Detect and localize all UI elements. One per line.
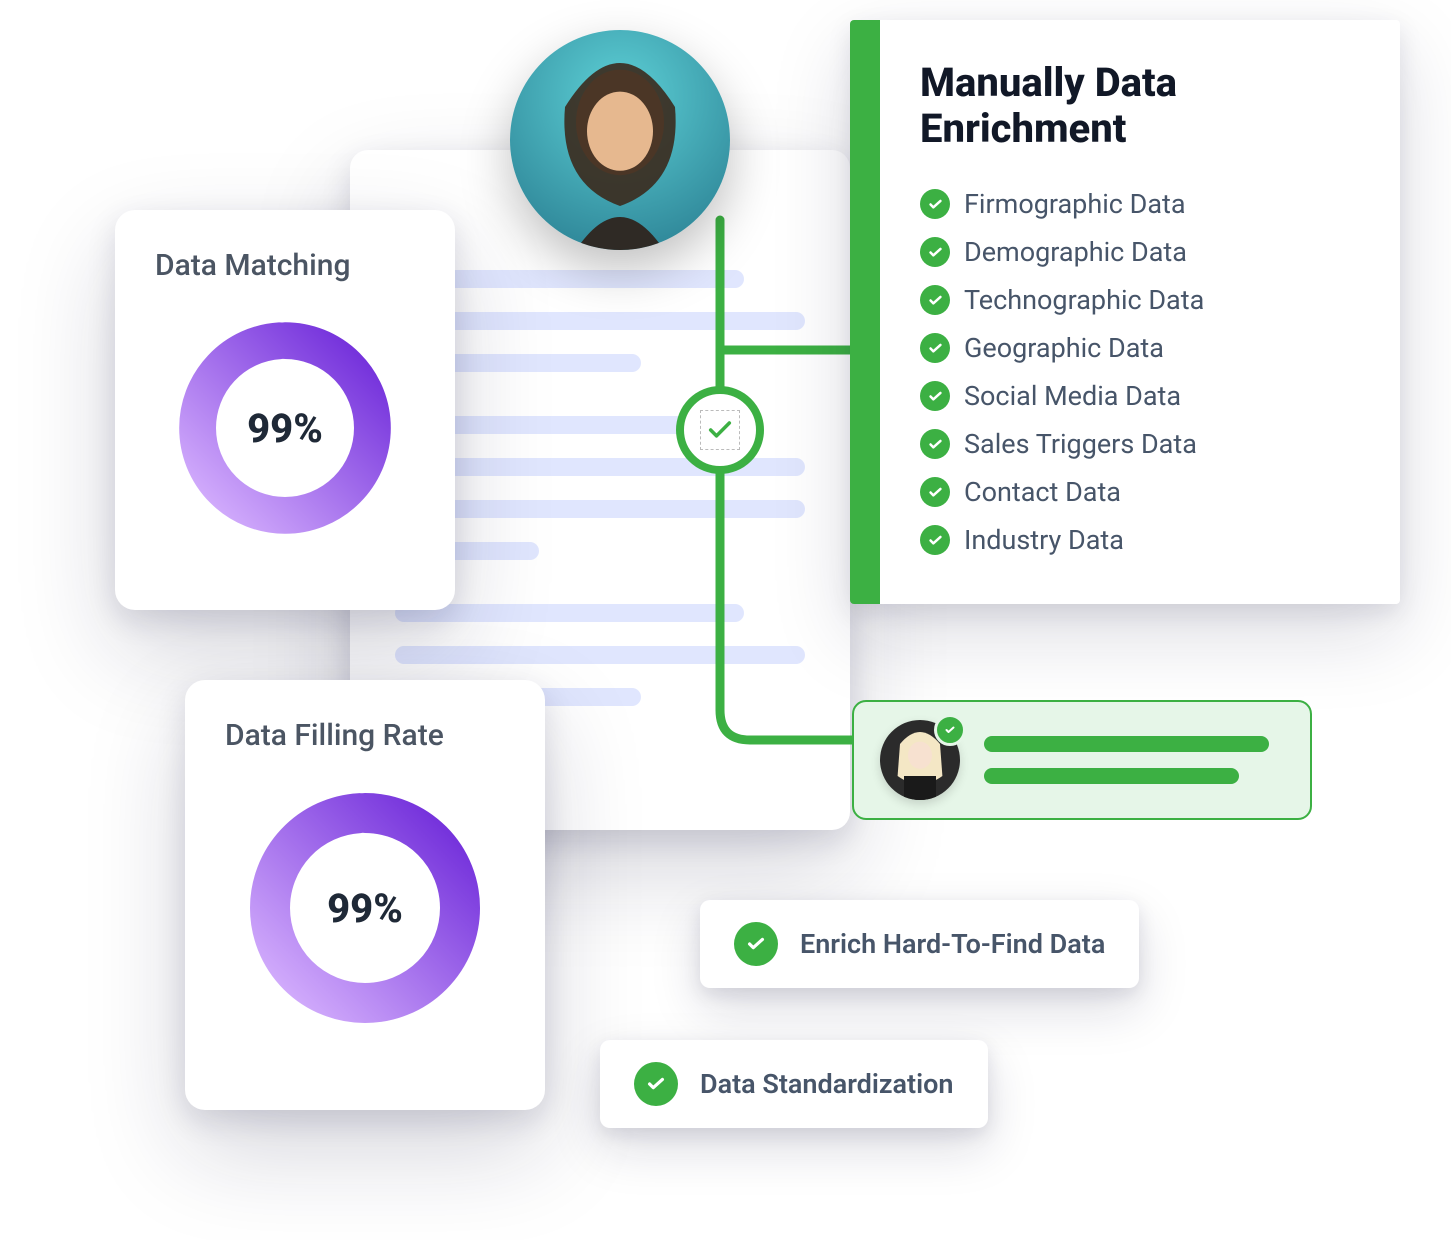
data-filling-rate-title: Data Filling Rate — [225, 718, 505, 753]
enrichment-item-label: Contact Data — [964, 476, 1121, 508]
doc-placeholder-line — [395, 500, 805, 518]
enrichment-item-label: Social Media Data — [964, 380, 1181, 412]
chip-label: Enrich Hard-To-Find Data — [800, 928, 1105, 960]
check-icon — [734, 922, 778, 966]
manual-data-enrichment-panel: Manually Data Enrichment Firmographic Da… — [850, 20, 1400, 604]
data-filling-rate-value: 99% — [240, 783, 490, 1033]
enrichment-item: Geographic Data — [920, 324, 1360, 372]
enrichment-item-label: Technographic Data — [964, 284, 1204, 316]
verified-contact-card — [852, 700, 1312, 820]
data-matching-title: Data Matching — [155, 248, 415, 283]
doc-placeholder-line — [395, 646, 805, 664]
contact-placeholder-line — [984, 768, 1239, 784]
data-matching-value: 99% — [170, 313, 400, 543]
enrichment-item: Sales Triggers Data — [920, 420, 1360, 468]
enrichment-item: Demographic Data — [920, 228, 1360, 276]
enrichment-item: Contact Data — [920, 468, 1360, 516]
contact-placeholder-lines — [984, 736, 1284, 784]
enrichment-item: Industry Data — [920, 516, 1360, 564]
check-icon — [920, 285, 950, 315]
enrichment-item: Social Media Data — [920, 372, 1360, 420]
enrichment-item-label: Industry Data — [964, 524, 1124, 556]
doc-placeholder-line — [395, 312, 805, 330]
enrich-hard-to-find-chip: Enrich Hard-To-Find Data — [700, 900, 1139, 988]
data-filling-rate-gauge: 99% — [240, 783, 490, 1033]
profile-avatar — [510, 30, 730, 250]
check-icon — [920, 477, 950, 507]
avatar-placeholder-icon — [510, 30, 730, 250]
contact-placeholder-line — [984, 736, 1269, 752]
data-filling-rate-card: Data Filling Rate 99% — [185, 680, 545, 1110]
data-matching-gauge: 99% — [170, 313, 400, 543]
enrichment-panel-title: Manually Data Enrichment — [920, 60, 1360, 152]
check-icon — [920, 333, 950, 363]
check-icon — [920, 189, 950, 219]
enrichment-item: Technographic Data — [920, 276, 1360, 324]
data-matching-card: Data Matching 99% — [115, 210, 455, 610]
check-icon — [634, 1062, 678, 1106]
doc-placeholder-line — [395, 604, 744, 622]
enrichment-item: Firmographic Data — [920, 180, 1360, 228]
enrichment-item-label: Sales Triggers Data — [964, 428, 1197, 460]
data-standardization-chip: Data Standardization — [600, 1040, 988, 1128]
document-verified-check-icon — [676, 386, 764, 474]
enrichment-item-label: Firmographic Data — [964, 188, 1186, 220]
check-icon — [920, 237, 950, 267]
chip-label: Data Standardization — [700, 1068, 954, 1100]
check-icon — [920, 525, 950, 555]
enrichment-item-label: Demographic Data — [964, 236, 1187, 268]
verified-badge-icon — [934, 714, 966, 746]
check-icon — [920, 381, 950, 411]
check-icon — [920, 429, 950, 459]
enrichment-list: Firmographic Data Demographic Data Techn… — [920, 180, 1360, 564]
enrichment-item-label: Geographic Data — [964, 332, 1164, 364]
